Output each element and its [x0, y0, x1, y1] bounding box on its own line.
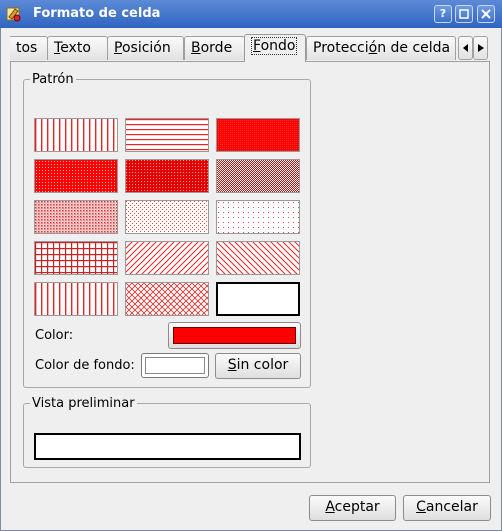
tab-label: Fondo	[251, 37, 298, 55]
pattern-vertical-lines-2[interactable]	[34, 282, 118, 316]
pattern-color-swatch	[173, 327, 296, 344]
pattern-dense-4[interactable]	[34, 200, 118, 234]
pattern-dense-3[interactable]	[216, 159, 300, 193]
pattern-none[interactable]	[216, 282, 300, 316]
window-title: Formato de celda	[33, 6, 161, 21]
maximize-icon	[459, 9, 469, 19]
tab-scroll-left-button[interactable]	[458, 36, 473, 60]
tab-label: Borde	[191, 40, 233, 56]
pattern-color-button[interactable]	[168, 322, 301, 349]
preview-group-legend: Vista preliminar	[32, 396, 135, 411]
no-color-button[interactable]: Sin color	[215, 353, 301, 379]
pattern-diagonal-down[interactable]	[216, 241, 300, 275]
tab-posicion[interactable]: Posición	[107, 36, 184, 60]
accept-button[interactable]: Aceptar	[309, 495, 396, 521]
arrow-left-icon	[462, 44, 468, 52]
cancel-button[interactable]: Cancelar	[403, 495, 491, 521]
maximize-button[interactable]	[455, 5, 473, 23]
pattern-dense-1[interactable]	[34, 159, 118, 193]
no-color-mnemonic: S	[227, 357, 237, 373]
close-icon	[481, 9, 491, 19]
cancel-mnemonic: C	[416, 499, 426, 515]
help-button[interactable]: ?	[434, 5, 452, 23]
tab-label: Texto	[54, 40, 91, 56]
tab-proteccion-de-celda[interactable]: Protección de celda	[306, 36, 456, 60]
background-color-swatch	[145, 357, 205, 374]
tab-bar: tos Texto Posición Borde Fondo Protecció…	[10, 34, 476, 62]
tab-tos[interactable]: tos	[10, 36, 48, 60]
pattern-diagonal-up[interactable]	[125, 241, 209, 275]
pattern-dense-2[interactable]	[125, 159, 209, 193]
pattern-dense-5[interactable]	[125, 200, 209, 234]
cancel-label: ancelar	[425, 499, 478, 515]
close-button[interactable]	[477, 5, 495, 23]
tab-scroll-right-button[interactable]	[473, 36, 488, 60]
pattern-solid-dense[interactable]	[216, 118, 300, 152]
pattern-horizontal-lines[interactable]	[125, 118, 209, 152]
pattern-sparse-dots[interactable]	[216, 200, 300, 234]
accept-label: ceptar	[334, 499, 380, 515]
background-color-button[interactable]	[141, 353, 209, 378]
tab-label: Protección de celda	[313, 40, 451, 56]
app-icon	[5, 5, 23, 23]
tab-borde[interactable]: Borde	[184, 36, 245, 60]
pattern-vertical-lines[interactable]	[34, 118, 118, 152]
tab-label: tos	[16, 40, 38, 56]
tab-label: Posición	[114, 40, 171, 56]
no-color-label: in color	[236, 357, 289, 373]
tab-texto[interactable]: Texto	[47, 36, 108, 60]
tab-fondo[interactable]: Fondo	[244, 34, 306, 62]
accept-mnemonic: A	[325, 499, 335, 515]
title-bar: Formato de celda ?	[0, 0, 502, 28]
arrow-right-icon	[477, 44, 484, 52]
preview-box	[34, 433, 301, 460]
pattern-grid[interactable]	[34, 241, 118, 275]
color-label: Color:	[35, 328, 74, 343]
background-color-label: Color de fondo:	[35, 358, 135, 373]
pattern-diagonal-cross[interactable]	[125, 282, 209, 316]
pattern-group-legend: Patrón	[32, 72, 74, 87]
